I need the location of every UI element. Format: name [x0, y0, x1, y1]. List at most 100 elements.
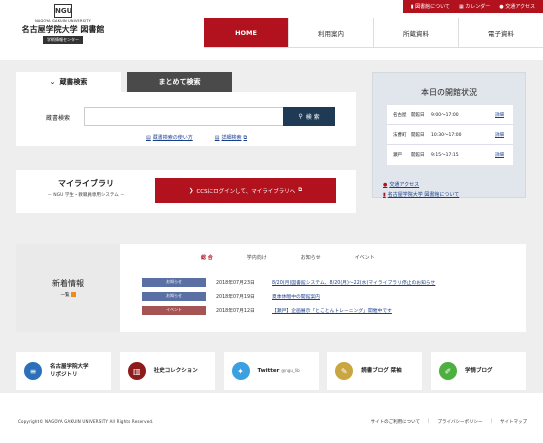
banner-row: ≡ 名古屋学院大学 リポジトリ ▥ 社史コレクション ✦ Twitter @ng…	[16, 352, 526, 390]
banner-repository[interactable]: ≡ 名古屋学院大学 リポジトリ	[16, 352, 111, 390]
site-logo[interactable]: NGU NAGOYA GAKUIN UNIVERSITY 名古屋学院大学 図書館…	[18, 4, 108, 48]
status-detail-link[interactable]: 詳細	[495, 132, 504, 138]
mylibrary-subtitle: － NGU 学生・教職員専用システム －	[47, 193, 125, 198]
search-icon: ⚲	[298, 113, 303, 120]
banner-repository-label: 名古屋学院大学 リポジトリ	[50, 364, 89, 378]
external-link-icon: ⧉	[243, 135, 248, 141]
nav-guide[interactable]: 利用案内	[288, 18, 373, 47]
copyright: Copyright© NAGOYA GAKUIN UNIVERSITY All …	[18, 419, 154, 424]
status-campus: 法曹町	[393, 132, 407, 138]
news-list-link[interactable]: 一覧	[16, 292, 120, 298]
mylibrary-panel: マイライブラリ － NGU 学生・教職員専用システム － ❯ CCSにログインして…	[16, 170, 356, 213]
footer-separator: |	[490, 419, 492, 424]
utility-access[interactable]: ● 交通アクセス	[499, 3, 535, 10]
book-icon: ▮	[383, 192, 386, 198]
opening-status-panel: 本日の開館状況 名古屋 開館日 9:00〜17:00 詳細 法曹町 開館日 10…	[372, 72, 526, 198]
footer-separator: |	[428, 419, 430, 424]
status-row: 名古屋 開館日 9:00〜17:00 詳細	[387, 105, 513, 125]
search-howto-link[interactable]: ▤ 蔵書検索の使い方	[146, 134, 193, 141]
mylibrary-login-button[interactable]: ❯ CCSにログインして、マイライブラリへ ⧉	[155, 178, 336, 203]
footer-links: サイトのご利用について | プライバシーポリシー | サイトマップ	[363, 419, 527, 425]
mylibrary-login-label: CCSにログインして、マイライブラリへ	[196, 188, 296, 195]
utility-about[interactable]: ▮ 図書館について	[411, 3, 450, 10]
database-icon: ≡	[24, 362, 42, 380]
news-badge: お知らせ	[142, 291, 206, 301]
utility-access-label: 交通アクセス	[505, 4, 535, 10]
banner-company-history[interactable]: ▥ 社史コレクション	[119, 352, 215, 390]
news-title-link[interactable]: 夏季休暇中の開館案内	[272, 293, 320, 300]
footer-link-terms[interactable]: サイトのご利用について	[371, 419, 420, 425]
news-tab-event[interactable]: イベント	[355, 254, 375, 261]
rss-icon[interactable]	[70, 292, 76, 297]
status-state: 開館日	[411, 153, 425, 158]
news-tab-notice[interactable]: お知らせ	[301, 254, 321, 261]
nav-eresources[interactable]: 電子資料	[458, 18, 543, 47]
search-panel: 蔵書検索 ⚲ 検 索 ▤ 蔵書検索の使い方 ▤ 詳細検索 ⧉	[16, 92, 356, 146]
banner-info-blog-label: 学情ブログ	[465, 368, 493, 374]
logo-mark: NGU	[54, 4, 72, 18]
doc-icon: ▤	[214, 135, 220, 141]
search-links: ▤ 蔵書検索の使い方 ▤ 詳細検索 ⧉	[146, 134, 269, 141]
nav-holdings[interactable]: 所蔵資料	[373, 18, 458, 47]
news-badge: イベント	[142, 305, 206, 315]
news-date: 2018年07月19日	[216, 294, 255, 300]
status-row: 瀬戸 開館日 9:15〜17:15 詳細	[387, 145, 513, 165]
arrow-right-circle-icon: ❯	[188, 187, 194, 194]
twitter-handle: @ngu_lib	[281, 368, 300, 373]
logo-univ-en: NAGOYA GAKUIN UNIVERSITY	[35, 19, 91, 23]
opening-status-table: 名古屋 開館日 9:00〜17:00 詳細 法曹町 開館日 10:30〜17:0…	[387, 105, 513, 165]
about-library-link[interactable]: ▮ 名古屋学院大学 図書館について	[383, 191, 459, 198]
opening-status-title: 本日の開館状況	[421, 88, 477, 97]
status-state: 開館日	[411, 112, 425, 118]
utility-calendar-label: カレンダー	[465, 4, 491, 10]
banner-twitter-label: Twitter @ngu_lib	[258, 367, 300, 375]
books-icon: ▥	[127, 362, 146, 380]
news-tab-all[interactable]: 総 合	[201, 254, 213, 261]
search-input[interactable]	[84, 107, 284, 126]
news-title-link[interactable]: 【瀬戸】企画展示「とことんトレーニング」開催中です	[272, 307, 392, 314]
main-area: ⌄ 蔵書検索 まとめて検索 蔵書検索 ⚲ 検 索 ▤ 蔵書検索の使い方 ▤ 詳細検索 ⧉ …	[0, 60, 543, 393]
access-link-label: 交通アクセス	[389, 182, 420, 188]
status-detail-link[interactable]: 詳細	[495, 112, 504, 118]
footer: Copyright© NAGOYA GAKUIN UNIVERSITY All …	[0, 393, 543, 443]
nav-home[interactable]: HOME	[204, 18, 288, 47]
advanced-search-link[interactable]: ▤ 詳細検索 ⧉	[215, 134, 247, 141]
news-date: 2018年07月12日	[216, 308, 255, 314]
news-item: お知らせ 2018年07月23日 8/20(月)図書館システム、8/20(月)〜…	[142, 275, 435, 289]
banner-reading-blog-label: 読書ブログ 栞袖	[361, 368, 402, 374]
news-header: 新着情報 一覧	[16, 244, 120, 332]
blog-icon: ✎	[335, 362, 354, 380]
news-title: 新着情報	[52, 279, 84, 288]
news-badge: お知らせ	[142, 277, 206, 287]
status-hours: 9:00〜17:00	[431, 112, 459, 118]
status-state: 開館日	[411, 132, 425, 138]
banner-reading-blog[interactable]: ✎ 読書ブログ 栞袖	[327, 352, 423, 390]
logo-univ-ja: 名古屋学院大学 図書館	[21, 25, 105, 34]
news-list: お知らせ 2018年07月23日 8/20(月)図書館システム、8/20(月)〜…	[142, 275, 435, 317]
banner-twitter[interactable]: ✦ Twitter @ngu_lib	[223, 352, 319, 390]
location-icon: ●	[383, 182, 388, 188]
tab-catalog-search[interactable]: ⌄ 蔵書検索	[16, 72, 121, 92]
news-item: イベント 2018年07月12日 【瀬戸】企画展示「とことんトレーニング」開催中…	[142, 303, 435, 317]
search-label: 蔵書検索	[46, 115, 71, 122]
footer-link-privacy[interactable]: プライバシーポリシー	[438, 419, 483, 425]
banner-info-blog[interactable]: ✐ 学情ブログ	[431, 352, 526, 390]
twitter-icon: ✦	[231, 362, 250, 380]
news-tab-internal[interactable]: 学内向け	[247, 254, 267, 261]
status-detail-link[interactable]: 詳細	[495, 152, 504, 158]
footer-link-sitemap[interactable]: サイトマップ	[500, 419, 527, 425]
tab-bulk-search[interactable]: まとめて検索	[127, 72, 232, 92]
search-howto-label: 蔵書検索の使い方	[152, 135, 193, 141]
tab-catalog-search-label: 蔵書検索	[59, 78, 88, 86]
status-campus: 瀬戸	[393, 153, 402, 158]
access-link[interactable]: ● 交通アクセス	[383, 181, 459, 188]
status-campus: 名古屋	[393, 112, 407, 118]
news-list-label: 一覧	[60, 293, 70, 298]
status-hours: 10:30〜17:00	[431, 132, 462, 138]
utility-calendar[interactable]: ▦ カレンダー	[459, 3, 490, 10]
utility-bar: ▮ 図書館について ▦ カレンダー ● 交通アクセス	[402, 0, 543, 13]
news-title-link[interactable]: 8/20(月)図書館システム、8/20(月)〜22(水)マイライブラリ停止のお知…	[272, 279, 435, 286]
chevron-down-icon: ⌄	[49, 78, 56, 86]
doc-icon: ▤	[146, 135, 151, 141]
search-button[interactable]: ⚲ 検 索	[283, 107, 335, 126]
